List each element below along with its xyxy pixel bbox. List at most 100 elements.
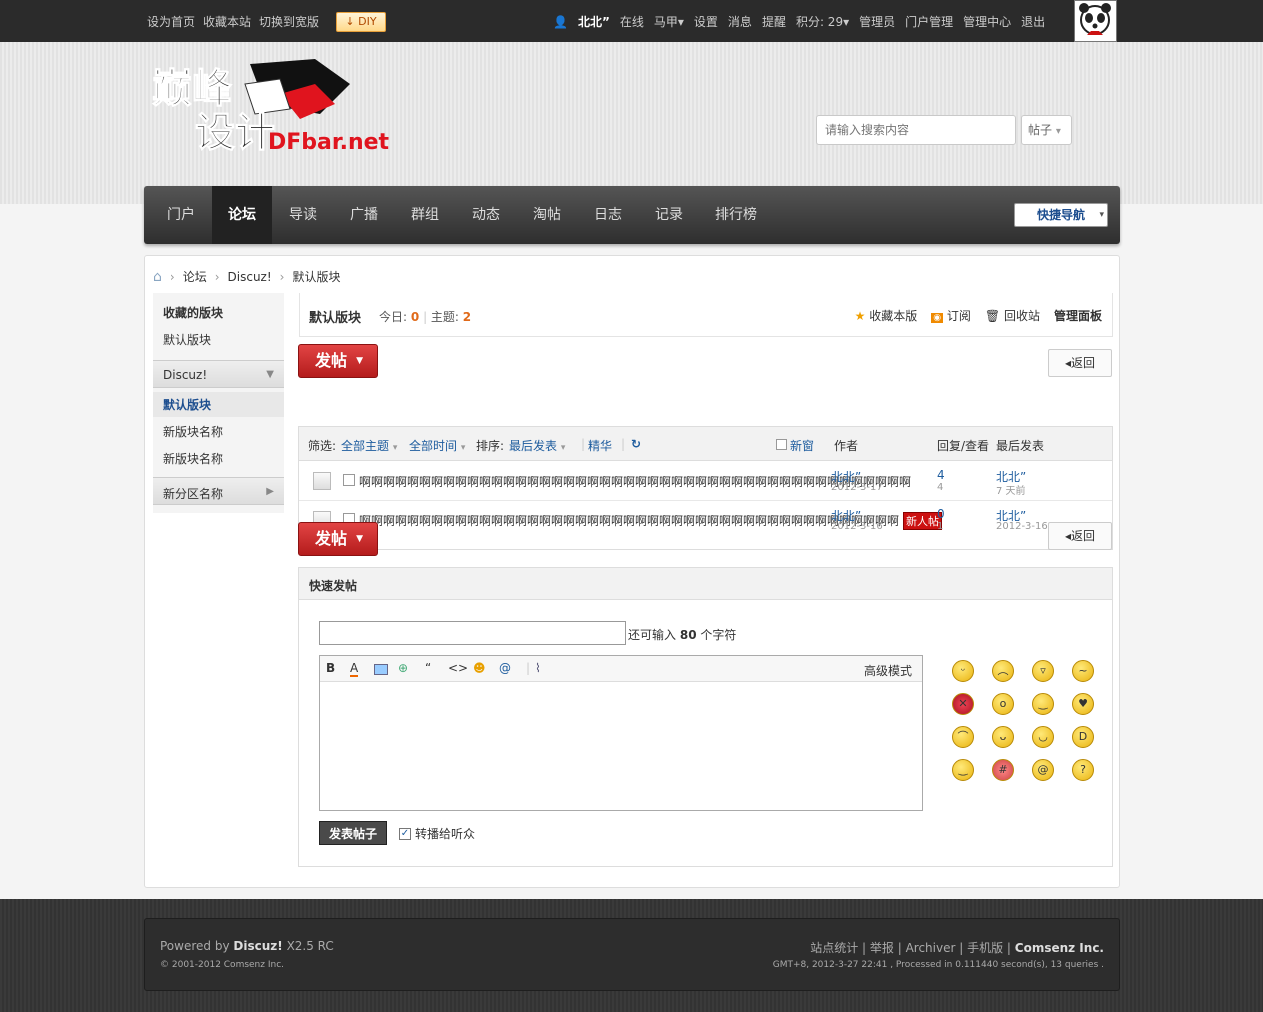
filter-digest[interactable]: 精华: [588, 437, 612, 454]
vest-menu[interactable]: 马甲▾: [654, 13, 684, 30]
today-label: 今日:: [379, 310, 408, 324]
furious-icon[interactable]: #: [992, 759, 1014, 781]
admin-panel-button[interactable]: 管理面板: [1054, 307, 1102, 324]
credits-menu[interactable]: 积分: 29▾: [796, 13, 849, 30]
online-status-link[interactable]: 在线: [620, 13, 644, 30]
archiver-link[interactable]: Archiver: [906, 941, 956, 955]
sidebar-group-discuz[interactable]: Discuz! ▼: [153, 360, 284, 388]
search-type-label: 帖子: [1028, 123, 1053, 137]
back-button[interactable]: ◂返回: [1048, 349, 1112, 377]
thread-replies[interactable]: 4: [937, 468, 945, 482]
submit-post-button[interactable]: 发表帖子: [319, 821, 387, 845]
happy-icon[interactable]: ‿: [952, 759, 974, 781]
nav-item-blog[interactable]: 日志: [583, 186, 633, 244]
report-link[interactable]: 举报: [870, 941, 894, 955]
big-laugh-icon[interactable]: D: [1072, 726, 1094, 748]
search-type-select[interactable]: 帖子 ▾: [1021, 115, 1072, 145]
nav-item-groups[interactable]: 群组: [400, 186, 450, 244]
kiss-icon[interactable]: ♥: [1072, 693, 1094, 715]
grin-icon[interactable]: ▿: [1032, 660, 1054, 682]
stats-link[interactable]: 站点统计: [810, 941, 858, 955]
at-icon[interactable]: @: [499, 661, 511, 675]
new-post-button[interactable]: 发帖 ▼: [298, 344, 378, 378]
thread-checkbox[interactable]: [343, 474, 355, 486]
quick-nav-button[interactable]: 快捷导航 ▾: [1014, 203, 1108, 227]
filter-all-time[interactable]: 全部时间 ▾: [409, 437, 465, 454]
thread-title-link[interactable]: 啊啊啊啊啊啊啊啊啊啊啊啊啊啊啊啊啊啊啊啊啊啊啊啊啊啊啊啊啊啊啊啊啊啊啊啊啊啊啊啊…: [359, 514, 899, 528]
bookmark-site-link[interactable]: 收藏本站: [203, 13, 251, 30]
username-link[interactable]: 北北”: [578, 13, 610, 30]
relay-option[interactable]: ✓ 转播给听众: [399, 825, 475, 842]
today-count: 0: [410, 310, 420, 324]
nav-item-collection[interactable]: 淘帖: [522, 186, 572, 244]
sidebar-item-new-board-2[interactable]: 新版块名称: [153, 446, 284, 471]
admin-link[interactable]: 管理员: [859, 13, 895, 30]
sort-select[interactable]: 最后发表 ▾: [509, 437, 565, 454]
wide-mode-link[interactable]: 切换到宽版: [259, 13, 319, 30]
nav-item-portal[interactable]: 门户: [156, 186, 206, 244]
angry-icon[interactable]: ✕: [952, 693, 974, 715]
sidebar-item-fav-default[interactable]: 默认版块: [153, 327, 284, 352]
messages-link[interactable]: 消息: [728, 13, 752, 30]
company-link[interactable]: Comsenz Inc.: [1015, 941, 1104, 955]
image-icon[interactable]: [374, 664, 388, 675]
portal-admin-link[interactable]: 门户管理: [905, 13, 953, 30]
home-icon[interactable]: ⌂: [153, 269, 162, 285]
mobile-link[interactable]: 手机版: [967, 941, 1003, 955]
new-post-button-bottom[interactable]: 发帖 ▼: [298, 522, 378, 556]
breadcrumb-forum[interactable]: 论坛: [183, 268, 207, 285]
back-button-bottom[interactable]: ◂返回: [1048, 522, 1112, 550]
sidebar-group-new-category[interactable]: 新分区名称 ▶: [153, 477, 284, 505]
sidebar-item-new-board-1[interactable]: 新版块名称: [153, 419, 284, 444]
settings-link[interactable]: 设置: [694, 13, 718, 30]
cry-icon[interactable]: ~: [1072, 660, 1094, 682]
font-color-icon[interactable]: A: [350, 661, 359, 677]
tongue-icon[interactable]: ᴗ: [992, 726, 1014, 748]
nav-item-feed[interactable]: 动态: [461, 186, 511, 244]
product-name[interactable]: Discuz!: [233, 939, 282, 953]
favorite-board-button[interactable]: ★ 收藏本版: [855, 307, 918, 324]
link-icon[interactable]: ⊕: [398, 661, 408, 675]
nav-item-broadcast[interactable]: 广播: [339, 186, 389, 244]
relay-checkbox[interactable]: ✓: [399, 827, 411, 840]
breadcrumb-separator: ›: [214, 269, 220, 284]
bold-icon[interactable]: B: [326, 661, 335, 675]
site-logo[interactable]: 巅峰 设计 DFbar.net: [150, 54, 390, 157]
admin-center-link[interactable]: 管理中心: [963, 13, 1011, 30]
smiley-icon[interactable]: ☻: [473, 661, 486, 675]
advanced-mode-link[interactable]: 高级模式: [864, 662, 912, 679]
nav-item-records[interactable]: 记录: [644, 186, 694, 244]
breadcrumb-discuz[interactable]: Discuz!: [228, 270, 272, 284]
avatar[interactable]: [1074, 0, 1117, 42]
message-textarea[interactable]: [320, 682, 922, 810]
nav-item-guide[interactable]: 导读: [278, 186, 328, 244]
thread-replies[interactable]: 0: [937, 507, 945, 521]
new-window-checkbox[interactable]: [776, 439, 787, 450]
sidebar-item-default[interactable]: 默认版块: [153, 392, 284, 417]
shy-icon[interactable]: ‿: [1032, 693, 1054, 715]
doubt-icon[interactable]: ?: [1072, 759, 1094, 781]
logout-link[interactable]: 退出: [1021, 13, 1045, 30]
subscribe-button[interactable]: ◉ 订阅: [931, 307, 971, 324]
filter-all-topics[interactable]: 全部主题 ▾: [341, 437, 397, 454]
smile-icon[interactable]: ᵕ: [952, 660, 974, 682]
sad-icon[interactable]: ︵: [992, 660, 1014, 682]
quote-icon[interactable]: “: [425, 661, 431, 675]
nav-item-forum[interactable]: 论坛: [212, 186, 272, 244]
laugh-icon[interactable]: ◡: [1032, 726, 1054, 748]
attachment-icon[interactable]: ⌇: [535, 661, 541, 675]
notifications-link[interactable]: 提醒: [762, 13, 786, 30]
shock-icon[interactable]: o: [992, 693, 1014, 715]
refresh-icon[interactable]: ↻: [631, 437, 641, 451]
code-icon[interactable]: <>: [448, 661, 468, 675]
diy-button[interactable]: ↓ DIY: [336, 12, 386, 32]
breadcrumb-default-board[interactable]: 默认版块: [292, 268, 340, 285]
recycle-bin-button[interactable]: 🗑 回收站: [985, 307, 1040, 324]
sweat-icon[interactable]: ⌒: [952, 726, 974, 748]
subject-input[interactable]: [319, 621, 626, 645]
thread-title-link[interactable]: 啊啊啊啊啊啊啊啊啊啊啊啊啊啊啊啊啊啊啊啊啊啊啊啊啊啊啊啊啊啊啊啊啊啊啊啊啊啊啊啊…: [359, 473, 911, 490]
set-homepage-link[interactable]: 设为首页: [147, 13, 195, 30]
nav-item-ranking[interactable]: 排行榜: [708, 186, 764, 244]
dizzy-icon[interactable]: @: [1032, 759, 1054, 781]
search-input[interactable]: [816, 115, 1016, 145]
